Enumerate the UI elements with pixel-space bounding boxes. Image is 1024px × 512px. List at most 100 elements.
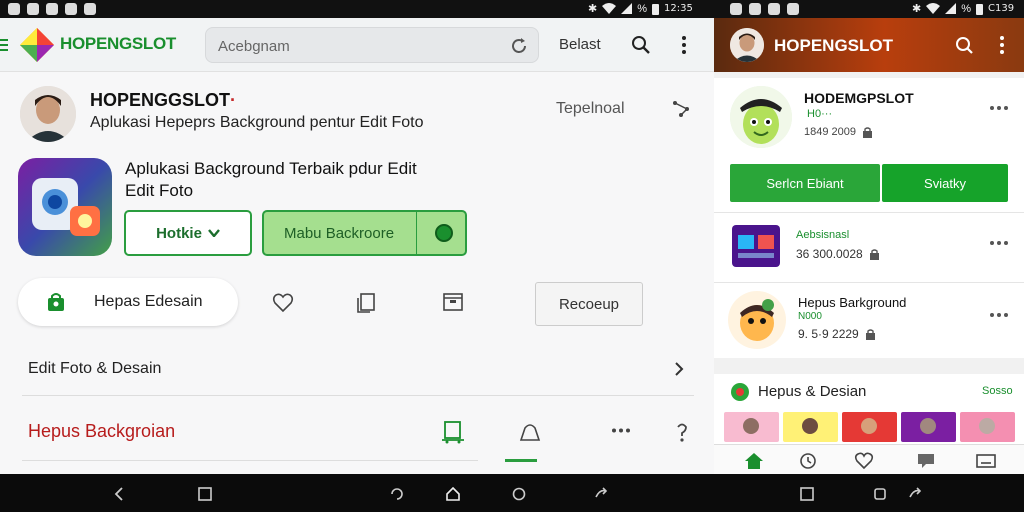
wifi-icon bbox=[602, 3, 617, 14]
app-thumbnail bbox=[728, 291, 786, 349]
more-horiz-icon[interactable] bbox=[990, 106, 1008, 110]
list-item-meta: 36 300.0028 bbox=[796, 247, 880, 261]
lock-icon bbox=[863, 126, 872, 138]
thumbnail-strip bbox=[724, 412, 1015, 442]
thumbnail[interactable] bbox=[842, 412, 897, 442]
category-chip[interactable]: Hepas Edesain bbox=[18, 278, 238, 326]
thumbnail[interactable] bbox=[901, 412, 956, 442]
thumbnail[interactable] bbox=[960, 412, 1015, 442]
brand-logo-icon bbox=[20, 28, 54, 62]
notification-icon bbox=[8, 3, 20, 15]
home-square-icon[interactable] bbox=[873, 487, 887, 501]
app-thumbnail bbox=[732, 225, 780, 267]
help-icon[interactable] bbox=[676, 422, 688, 442]
more-horiz-icon[interactable] bbox=[990, 241, 1008, 245]
bluetooth-icon: ✱ bbox=[588, 3, 598, 15]
recoup-button[interactable]: Recoeup bbox=[535, 282, 643, 326]
refresh-icon[interactable] bbox=[510, 37, 528, 55]
more-horiz-icon[interactable] bbox=[611, 428, 631, 433]
back-icon[interactable] bbox=[112, 487, 126, 501]
notification-icon bbox=[749, 3, 761, 15]
clock: 12:35 bbox=[664, 3, 693, 14]
app-icon[interactable] bbox=[18, 158, 112, 256]
home-icon[interactable] bbox=[744, 452, 764, 470]
recents-icon[interactable] bbox=[800, 487, 814, 501]
clock-icon[interactable] bbox=[798, 452, 818, 470]
developer-avatar[interactable] bbox=[20, 86, 76, 142]
featured-app-card[interactable]: HODEMGPSLOT H0··· 1849 2009 Serlcn Ebian… bbox=[714, 78, 1024, 226]
notification-icon bbox=[65, 3, 77, 15]
search-icon[interactable] bbox=[954, 35, 974, 55]
cart-icon[interactable] bbox=[442, 420, 464, 444]
category-section: Hepus & Desian Sosso bbox=[714, 374, 1024, 474]
install-button[interactable]: Hotkie bbox=[124, 210, 252, 256]
more-vert-icon[interactable] bbox=[1000, 36, 1004, 54]
search-icon[interactable] bbox=[631, 35, 651, 55]
thumbnail[interactable] bbox=[783, 412, 838, 442]
clock: C139 bbox=[988, 3, 1015, 14]
home-icon[interactable] bbox=[446, 487, 460, 501]
more-vert-icon[interactable] bbox=[682, 36, 686, 54]
primary-action-button[interactable]: Serlcn Ebiant bbox=[730, 164, 880, 202]
chevron-down-icon bbox=[208, 229, 220, 237]
app-title: Aplukasi Background Terbaik pdur Edit Ed… bbox=[125, 159, 417, 200]
developer-subtitle: Aplukasi Hepeprs Background pentur Edit … bbox=[90, 114, 424, 131]
mascot-icon bbox=[730, 86, 792, 148]
status-bar: ✱ % 12:35 ✱ % C139 bbox=[0, 0, 1024, 18]
rotate-icon[interactable] bbox=[594, 487, 608, 501]
bell-icon[interactable] bbox=[519, 422, 541, 442]
list-item[interactable]: Hepus Barkground N000 9. 5·9 2229 bbox=[714, 282, 1024, 358]
copy-icon[interactable] bbox=[356, 292, 376, 314]
button-divider bbox=[416, 211, 417, 255]
notification-icon bbox=[787, 3, 799, 15]
battery-label: % bbox=[961, 2, 971, 15]
developer-action-label[interactable]: Tepelnoal bbox=[556, 100, 625, 118]
home-circle-icon[interactable] bbox=[512, 487, 526, 501]
app-meta: 1849 2009 bbox=[804, 126, 873, 138]
rotate-icon[interactable] bbox=[908, 487, 922, 501]
divider bbox=[22, 395, 694, 396]
list-item[interactable]: Aebsisnasl 36 300.0028 bbox=[714, 212, 1024, 282]
list-row-edit-foto[interactable]: Edit Foto & Desain bbox=[0, 340, 714, 396]
lock-icon bbox=[869, 248, 879, 260]
bluetooth-icon: ✱ bbox=[912, 3, 922, 15]
screenshot-icon[interactable] bbox=[390, 487, 404, 501]
mascot-image bbox=[730, 86, 792, 148]
open-button[interactable]: Mabu Backroore bbox=[262, 210, 467, 256]
heart-icon[interactable] bbox=[272, 292, 294, 314]
left-panel: HOPENGSLOT Acebgnam Belast HOPENGGSLOT· … bbox=[0, 18, 714, 474]
top-app-bar: HOPENGSLOT Acebgnam Belast bbox=[0, 18, 714, 72]
notification-icon bbox=[768, 3, 780, 15]
recents-icon[interactable] bbox=[198, 487, 212, 501]
heart-icon[interactable] bbox=[854, 452, 874, 470]
notification-icon bbox=[730, 3, 742, 15]
notification-icon bbox=[84, 3, 96, 15]
menu-icon[interactable] bbox=[0, 38, 8, 52]
app-title: HODEMGPSLOT bbox=[804, 90, 914, 106]
lock-icon bbox=[865, 328, 875, 340]
profile-avatar[interactable] bbox=[730, 28, 764, 62]
list-item-title: Hepus Barkground bbox=[798, 295, 907, 310]
notification-icon bbox=[46, 3, 58, 15]
app-subtitle: H0··· bbox=[804, 108, 833, 120]
search-input[interactable]: Acebgnam bbox=[205, 27, 539, 63]
system-indicators-right: ✱ % C139 bbox=[912, 2, 1015, 16]
share-icon[interactable] bbox=[672, 100, 690, 118]
section-see-all-link[interactable]: Sosso bbox=[982, 385, 1013, 397]
notification-icons bbox=[8, 3, 96, 15]
camera-photo-icon bbox=[18, 158, 112, 256]
chat-icon[interactable] bbox=[916, 452, 936, 470]
system-indicators: ✱ % 12:35 bbox=[588, 2, 693, 16]
secondary-action-button[interactable]: Sviatky bbox=[882, 164, 1008, 202]
category-icon bbox=[731, 383, 749, 401]
top-link[interactable]: Belast bbox=[559, 36, 601, 53]
brand-name: HOPENGSLOT bbox=[60, 34, 177, 53]
character-icon bbox=[728, 291, 786, 349]
archive-icon[interactable] bbox=[442, 290, 464, 312]
notification-icons-right bbox=[730, 3, 799, 15]
more-horiz-icon[interactable] bbox=[990, 313, 1008, 317]
keyboard-icon[interactable] bbox=[976, 452, 996, 470]
active-tab-indicator bbox=[505, 459, 537, 462]
notification-icon bbox=[27, 3, 39, 15]
thumbnail[interactable] bbox=[724, 412, 779, 442]
